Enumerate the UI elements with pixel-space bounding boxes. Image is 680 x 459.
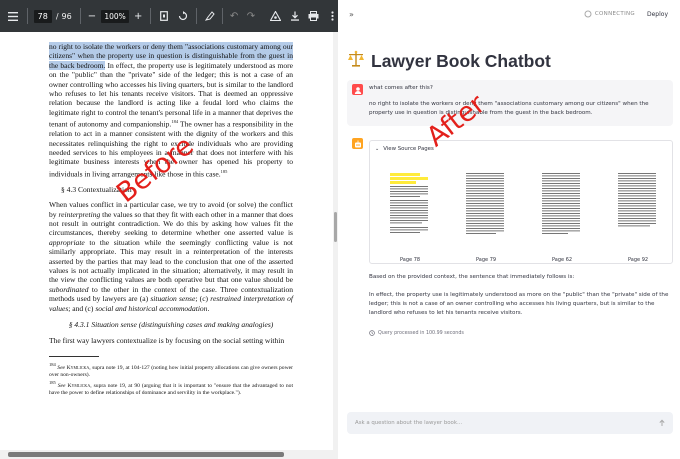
footnote-number: 185 [49,380,56,386]
section-heading: § 4.3 Contextualization [61,184,132,194]
annotate-icon[interactable] [205,9,216,23]
paragraph: The first way lawyers contextualize is b… [49,336,285,346]
zoom-out-icon[interactable]: − [87,9,98,23]
page-separator: / [55,11,59,21]
more-options-icon[interactable] [327,9,338,23]
page-label: Page 79 [476,257,497,263]
rotate-icon[interactable] [177,9,188,23]
chat-input[interactable] [355,420,645,426]
page-label: Page 92 [628,257,649,263]
chatbot-app: » CONNECTING Deploy ⋮ Lawyer Book Chatbo… [339,0,680,459]
footnote-divider [49,355,99,357]
vertical-scrollbar[interactable] [333,32,338,450]
scrollbar-thumb[interactable] [334,212,337,242]
expander-header[interactable]: ⌄ View Source Pages [375,146,434,152]
italic-text: subordinated [49,284,89,294]
footnote: 184 See Kymlicka, supra note 19, at 104-… [49,361,293,379]
footnote-ref[interactable]: 185 [221,169,228,174]
toolbar-divider [79,8,81,24]
italic-text: appropriate [49,237,85,247]
send-icon[interactable] [657,418,667,428]
answer-intro: Based on the provided context, the sente… [369,274,575,280]
connection-status: CONNECTING [594,11,635,17]
subsection-heading-text: § 4.3.1 Situation sense (distinguishing … [68,320,274,329]
paragraph-text: . [207,303,210,313]
pdf-toolbar: 78 / 96 − 100% + ↶ ↷ [0,0,338,32]
footnote-author: Kymlicka [67,382,91,389]
menu-icon[interactable] [8,9,19,23]
running-icon [584,10,592,18]
footnote-number: 184 [49,361,56,367]
query-status: Query processed in 100.99 seconds [369,330,464,336]
clock-icon [369,330,375,336]
toolbar-divider [149,8,151,24]
page-thumbnail[interactable] [615,169,659,239]
pdf-viewer: 78 / 96 − 100% + ↶ ↷ no right to isolate… [0,0,338,459]
paragraph: When values conflict in a particular cas… [49,200,293,313]
assistant-message: ⌄ View Source Pages Page 78 Page 79 Page… [347,134,673,342]
italic-text: social and historical accommodation [95,303,208,313]
user-question: what comes after this? [369,85,433,91]
scrollbar-thumb[interactable] [8,452,284,457]
page-number-input[interactable]: 78 [33,9,52,23]
pdf-page-text: no right to isolate the workers or deny … [49,42,293,397]
pdf-page: no right to isolate the workers or deny … [0,32,333,450]
fit-page-icon[interactable] [158,9,169,23]
paragraph-text: ; (c) [195,294,211,304]
download-icon[interactable] [289,9,300,23]
paragraph-text: ; and (c) [68,303,96,313]
page-thumbnail[interactable] [539,169,583,239]
paragraph-text: to the situation while the seemingly con… [49,237,293,285]
page-thumbnail[interactable] [463,169,507,239]
print-icon[interactable] [308,9,319,23]
chevron-down-icon: ⌄ [375,146,380,152]
page-label: Page 78 [400,257,421,263]
toolbar-divider [196,8,197,24]
answer-body: In effect, the property use is legitimat… [369,292,669,316]
page-title: Lawyer Book Chatbot [371,50,551,71]
toolbar-divider [221,8,223,24]
footnote-author: Kymlicka [66,364,90,371]
footnote: 185 See Kymlicka, supra note 19, at 90 (… [49,379,293,397]
horizontal-scrollbar[interactable] [0,450,338,459]
footnote-text: See [55,382,68,389]
title-row: Lawyer Book Chatbot [347,50,551,72]
save-to-drive-icon[interactable] [270,9,282,23]
sidebar-expand-icon[interactable]: » [349,10,354,19]
scales-icon [347,50,365,72]
assistant-avatar [352,138,363,149]
app-header: » CONNECTING Deploy ⋮ [339,0,680,28]
page-label: Page 62 [552,257,573,263]
subsection-heading: § 4.3.1 Situation sense (distinguishing … [49,320,293,329]
page-thumbnail[interactable] [387,169,431,239]
deploy-button[interactable]: Deploy [647,11,668,18]
italic-text: reinterpreting [58,209,101,219]
undo-icon[interactable]: ↶ [229,9,240,23]
toolbar-divider [26,8,28,24]
italic-text: situation sense [150,294,196,304]
user-quote: no right to isolate the workers or deny … [369,101,649,116]
zoom-in-icon[interactable]: + [133,9,144,23]
zoom-input[interactable]: 100% [101,9,129,23]
user-message: what comes after this? no right to isola… [347,80,673,126]
query-status-text: Query processed in 100.99 seconds [378,330,464,336]
user-avatar [352,84,363,95]
chat-input-bar [347,412,673,434]
expander-label: View Source Pages [383,146,434,152]
source-pages-expander[interactable]: ⌄ View Source Pages Page 78 Page 79 Page… [369,140,673,264]
total-pages: 96 [61,11,72,21]
redo-icon[interactable]: ↷ [245,9,256,23]
footnote-text: See [55,364,67,371]
